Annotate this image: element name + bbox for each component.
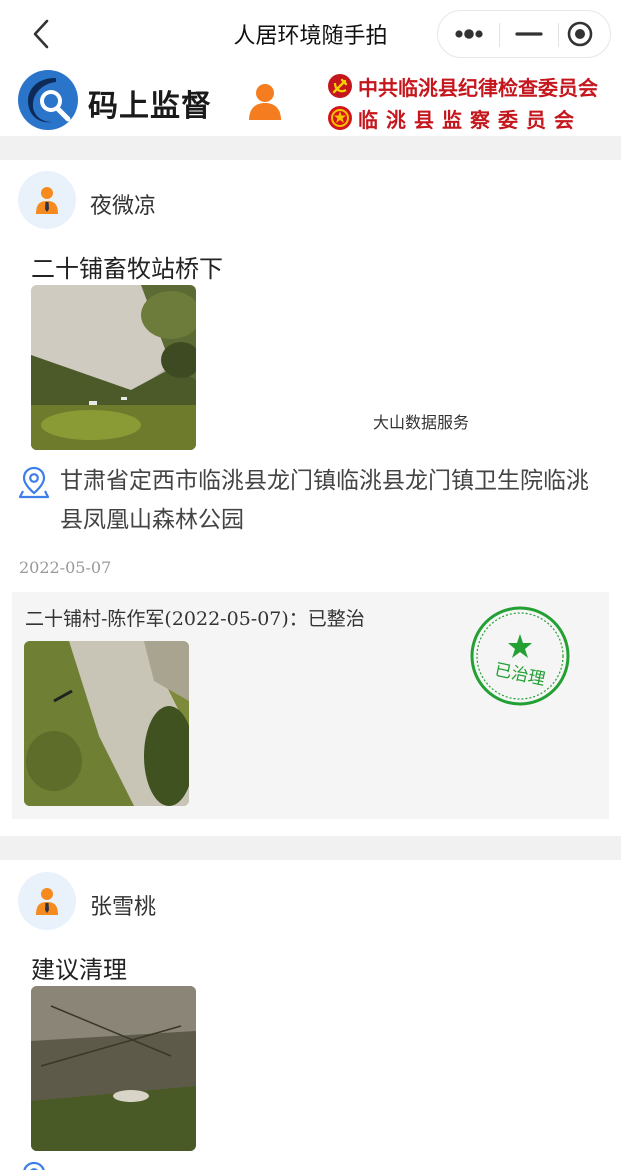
- brand-header: 码上监督 中共临洮县纪律检查委员会 临洮县监察委员会: [0, 66, 621, 136]
- minimize-icon: [515, 32, 543, 36]
- photo-watermark: 大山数据服务: [373, 413, 470, 432]
- app-logo-icon: [18, 70, 78, 130]
- more-dots-icon: [455, 29, 483, 39]
- profile-button[interactable]: [247, 82, 283, 122]
- governed-stamp-icon: 已治理: [470, 606, 570, 706]
- close-button[interactable]: [559, 11, 611, 57]
- user-avatar-icon: [36, 888, 58, 915]
- post-content: 建议清理: [31, 956, 127, 984]
- minimize-button[interactable]: [500, 11, 558, 57]
- location-pin-icon: [18, 466, 50, 499]
- post-photo[interactable]: [31, 285, 196, 450]
- avatar: [18, 872, 76, 930]
- author-name: 张雪桃: [90, 895, 157, 920]
- reply-card: 二十铺村-陈作军(2022-05-07)：已整治 已治理: [12, 592, 609, 819]
- organization-name-1: 中共临洮县纪律检查委员会: [358, 76, 598, 100]
- more-button[interactable]: [438, 11, 499, 57]
- stamp-label: 已治理: [493, 660, 547, 690]
- user-avatar-icon: [36, 187, 58, 214]
- photo-image: [31, 285, 196, 450]
- post-content: 二十铺畜牧站桥下: [31, 255, 223, 283]
- post-date: 2022-05-07: [19, 558, 112, 577]
- navigation-bar: 人居环境随手拍: [0, 0, 621, 66]
- app-name: 码上监督: [88, 89, 212, 124]
- section-divider: [0, 136, 621, 160]
- user-icon: [249, 84, 281, 120]
- author-name: 夜微凉: [90, 194, 157, 219]
- organization-name-2: 临洮县监察委员会: [358, 108, 582, 132]
- reply-photo[interactable]: [24, 641, 189, 806]
- photo-image: [24, 641, 189, 806]
- section-divider: [0, 836, 621, 860]
- post-photo[interactable]: [31, 986, 196, 1151]
- reply-text: 二十铺村-陈作军(2022-05-07)：已整治: [25, 608, 365, 630]
- party-emblem-icon: [328, 74, 352, 98]
- location-text: 甘肃省定西市临洮县龙门镇临洮县龙门镇卫生院临洮县凤凰山森林公园: [60, 468, 589, 533]
- target-close-icon: [567, 21, 593, 47]
- national-emblem-icon: [328, 106, 352, 130]
- avatar: [18, 171, 76, 229]
- mini-program-capsule: [437, 10, 611, 58]
- photo-image: [31, 986, 196, 1151]
- location-pin-icon: [23, 1161, 45, 1170]
